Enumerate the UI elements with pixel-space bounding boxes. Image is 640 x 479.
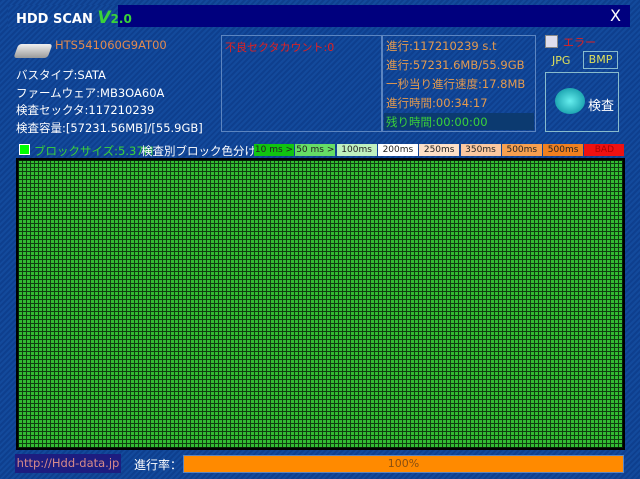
bus-type: バスタイプ:SATA bbox=[16, 68, 106, 82]
close-button[interactable]: X bbox=[610, 6, 621, 25]
speed: 一秒当り進行速度:17.8MB bbox=[386, 77, 526, 91]
scan-label: 検査 bbox=[588, 99, 615, 114]
legend-item: 200ms > bbox=[377, 144, 418, 167]
legend-item: 250ms > bbox=[419, 144, 460, 167]
progress-bar: 100% bbox=[183, 455, 624, 473]
legend-item: 10 ms > bbox=[254, 144, 294, 156]
bmp-button[interactable]: BMP bbox=[583, 51, 618, 69]
error-checkbox[interactable] bbox=[545, 35, 558, 48]
legend-label: 検査別ブロック色分け： bbox=[141, 144, 268, 158]
drive-model: HTS541060G9AT00 bbox=[55, 38, 167, 52]
progress-sectors: 進行:117210239 s.t bbox=[386, 39, 497, 53]
hard-disk-icon bbox=[13, 44, 53, 58]
block-cells bbox=[19, 161, 622, 447]
legend-item: 350ms > bbox=[460, 144, 501, 167]
error-label: エラー bbox=[563, 36, 596, 49]
disk-scan-icon bbox=[555, 88, 585, 114]
legend-item: BAD bbox=[584, 144, 625, 156]
progress-label: 進行率： bbox=[134, 458, 183, 472]
legend-item: 50 ms > bbox=[295, 144, 336, 156]
progress-size: 進行:57231.6MB/55.9GB bbox=[386, 58, 525, 72]
bad-sector-count: 不良セクタカウント:0 bbox=[225, 41, 335, 54]
legend-item: 100ms > bbox=[336, 144, 377, 167]
remaining-time: 残り時間:00:00:00 bbox=[386, 115, 488, 129]
progress-text: 100% bbox=[387, 457, 420, 470]
website-link[interactable]: http://Hdd-data.jp bbox=[15, 454, 121, 473]
elapsed-time: 進行時間:00:34:17 bbox=[386, 96, 488, 110]
jpg-button[interactable]: JPG bbox=[552, 54, 570, 67]
app-title: HDD SCAN V2.0 bbox=[16, 8, 132, 28]
block-map bbox=[16, 158, 625, 450]
block-color-swatch bbox=[19, 144, 30, 155]
block-size: ブロックサイズ:5.37M bbox=[34, 144, 154, 158]
sector-count: 検査セックタ:117210239 bbox=[16, 103, 155, 117]
firmware: ファームウェア:MB3OA60A bbox=[16, 86, 165, 100]
legend-item: 500ms > bbox=[501, 144, 542, 167]
capacity: 検査容量:[57231.56MB]/[55.9GB] bbox=[16, 121, 203, 135]
legend-item: 500ms < bbox=[543, 144, 584, 167]
